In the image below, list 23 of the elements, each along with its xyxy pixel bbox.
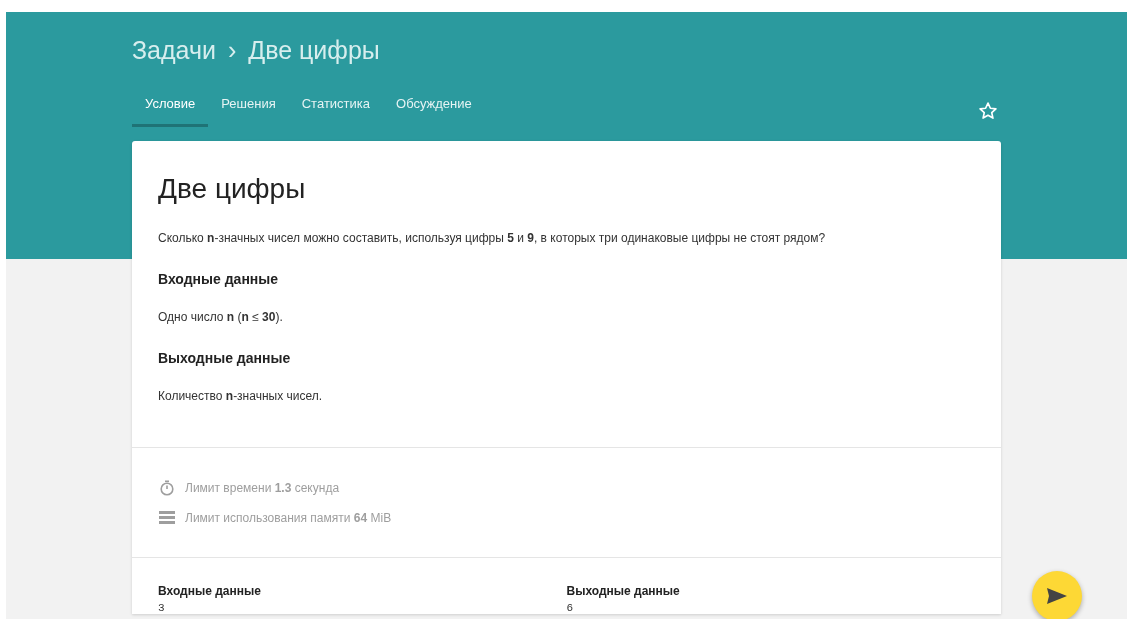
page-title: Две цифры	[248, 35, 380, 66]
storage-icon	[159, 511, 175, 525]
limit-text: Лимит использования памяти 64 MiB	[185, 510, 392, 527]
example-heading: Входные данные	[158, 583, 262, 600]
tab[interactable]: Обсуждение	[383, 91, 485, 127]
tab[interactable]: Решения	[208, 91, 289, 127]
problem-statement: Сколько n-значных чисел можно составить, используя цифры 5 и 9, в которых три одинаковые цифры не стоят рядом?	[158, 230, 827, 247]
tab[interactable]: Статистика	[288, 91, 383, 127]
send-icon	[1047, 588, 1067, 604]
section-text: Одно число n (n ≤ 30).	[158, 309, 284, 326]
breadcrumb-link[interactable]: Задачи	[132, 32, 216, 70]
star-icon[interactable]	[978, 101, 998, 121]
breadcrumb-separator: ›	[227, 35, 237, 66]
example-value: 3	[158, 603, 166, 614]
stopwatch-icon	[159, 480, 175, 496]
limit-text: Лимит времени 1.3 секунда	[185, 480, 340, 497]
problem-title: Две цифры	[158, 172, 307, 206]
example-value: 6	[566, 603, 575, 614]
section-heading: Входные данные	[158, 270, 280, 289]
example-heading: Выходные данные	[566, 583, 681, 600]
section-text: Количество n-значных чисел.	[158, 388, 324, 405]
tab[interactable]: Условие	[132, 91, 209, 127]
section-heading: Выходные данные	[158, 349, 292, 368]
